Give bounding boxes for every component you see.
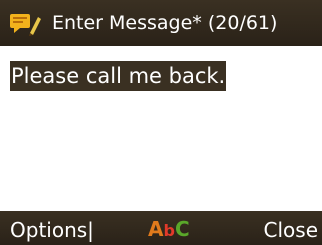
- input-mode-letter-b: b: [163, 221, 175, 240]
- options-softkey[interactable]: Options|: [10, 211, 94, 245]
- abc-input-mode-icon[interactable]: AbC: [148, 211, 190, 245]
- page-title: Enter Message* (20/61): [52, 12, 278, 34]
- input-mode-letter-a: A: [148, 217, 164, 241]
- input-mode-letter-c: C: [174, 217, 190, 241]
- message-editor-screen: Enter Message* (20/61) Please call me ba…: [0, 0, 322, 245]
- close-softkey[interactable]: Close: [264, 211, 318, 245]
- softkey-bar: Options| AbC Close: [0, 211, 322, 245]
- message-edit-icon: [10, 14, 41, 36]
- message-input[interactable]: Please call me back.: [0, 46, 322, 211]
- message-text: Please call me back.: [10, 61, 227, 91]
- title-bar: Enter Message* (20/61): [0, 0, 322, 46]
